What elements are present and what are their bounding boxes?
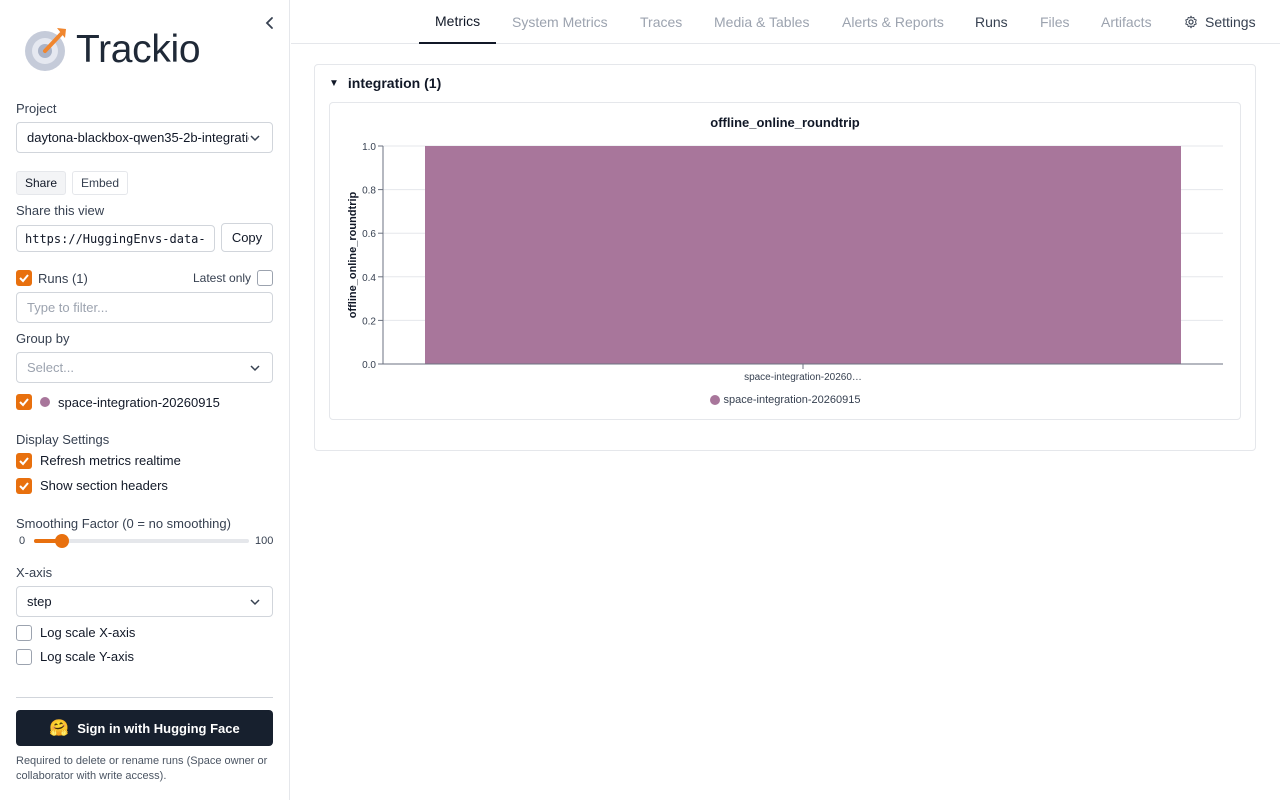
tab-artifacts[interactable]: Artifacts: [1101, 0, 1152, 44]
project-select[interactable]: daytona-blackbox-qwen35-2b-integration: [16, 122, 273, 153]
group-by-label: Group by: [16, 331, 70, 346]
log-x-checkbox[interactable]: [16, 625, 32, 641]
smoothing-slider-thumb[interactable]: [54, 534, 69, 548]
runs-checkbox[interactable]: [16, 270, 32, 286]
group-by-placeholder: Select...: [27, 360, 74, 375]
y-tick-label: 0.0: [362, 360, 376, 371]
log-y-label: Log scale Y-axis: [40, 649, 134, 664]
smoothing-max: 100: [255, 535, 274, 547]
share-tab[interactable]: Share: [16, 171, 66, 195]
run-filter-input[interactable]: Type to filter...: [16, 292, 273, 323]
y-tick-label: 0.4: [362, 273, 376, 284]
chevron-left-icon[interactable]: [262, 15, 276, 31]
y-tick-label: 0.8: [362, 186, 376, 197]
section-title: integration (1): [347, 75, 442, 91]
run-name: space-integration-20260915: [58, 395, 220, 410]
runs-label: Runs (1): [38, 271, 88, 286]
bar-chart: 0.0 0.2 0.4 0.6 0.8 1.0 space-integration-2026…: [347, 142, 1223, 383]
legend-label: space-integration-20260915: [723, 394, 861, 406]
sidebar: Trackio Project daytona-blackbox-qwen35-…: [0, 0, 290, 800]
xaxis-select[interactable]: step: [16, 586, 273, 617]
caret-down-icon: ▼: [329, 77, 339, 89]
check-icon: [19, 482, 29, 491]
signin-label: Sign in with Hugging Face: [77, 720, 240, 736]
signin-note: Required to delete or rename runs (Space…: [16, 755, 268, 782]
tab-system-metrics[interactable]: System Metrics: [512, 0, 608, 44]
xaxis-select-value: step: [27, 594, 52, 609]
refresh-checkbox[interactable]: [16, 453, 32, 469]
settings-label: Settings: [1205, 14, 1256, 30]
logo: Trackio: [24, 26, 201, 72]
check-icon: [19, 398, 29, 407]
project-label: Project: [16, 101, 57, 116]
section-toggle[interactable]: ▼ integration (1): [329, 75, 441, 91]
latest-only-label: Latest only: [193, 271, 252, 285]
tab-alerts-reports[interactable]: Alerts & Reports: [842, 0, 944, 44]
project-select-value: daytona-blackbox-qwen35-2b-integration: [27, 130, 249, 145]
log-y-checkbox[interactable]: [16, 649, 32, 665]
y-axis-label: offline_online_roundtrip: [347, 191, 359, 318]
check-icon: [19, 274, 29, 283]
run-checkbox[interactable]: [16, 394, 32, 410]
chart-legend[interactable]: space-integration-20260915: [329, 394, 1241, 406]
chevron-down-icon: [250, 598, 260, 605]
share-view-label: Share this view: [16, 203, 105, 218]
check-icon: [19, 457, 29, 466]
bar: [425, 146, 1181, 364]
tab-media-tables[interactable]: Media & Tables: [714, 0, 809, 44]
hugging-face-icon: 🤗: [49, 720, 70, 737]
show-headers-checkbox[interactable]: [16, 478, 32, 494]
smoothing-min: 0: [19, 535, 26, 547]
logo-target-icon: [25, 28, 66, 71]
y-tick-label: 0.2: [362, 316, 376, 327]
log-x-label: Log scale X-axis: [40, 625, 136, 640]
smoothing-label: Smoothing Factor (0 = no smoothing): [16, 516, 231, 531]
xaxis-label: X-axis: [16, 565, 53, 580]
copy-button[interactable]: Copy: [221, 223, 273, 252]
display-settings-label: Display Settings: [16, 432, 110, 447]
run-color-dot: [40, 397, 50, 407]
x-tick-label: space-integration-20260…: [744, 372, 862, 383]
latest-only-checkbox[interactable]: [257, 270, 273, 286]
refresh-label: Refresh metrics realtime: [40, 453, 181, 468]
embed-tab[interactable]: Embed: [72, 171, 128, 195]
share-url-field[interactable]: https://HuggingEnvs-data-: [16, 225, 215, 252]
show-headers-label: Show section headers: [40, 478, 168, 493]
tab-traces[interactable]: Traces: [640, 0, 682, 44]
tab-settings[interactable]: Settings: [1184, 0, 1256, 44]
legend-color-dot: [709, 395, 720, 405]
y-tick-label: 1.0: [362, 142, 376, 153]
chevron-down-icon: [250, 364, 260, 371]
run-filter-placeholder: Type to filter...: [27, 300, 108, 315]
tab-files[interactable]: Files: [1040, 0, 1070, 44]
chevron-down-icon: [250, 134, 260, 141]
logo-text: Trackio: [76, 27, 201, 71]
tab-runs[interactable]: Runs: [975, 0, 1008, 44]
tab-metrics[interactable]: Metrics: [419, 0, 496, 44]
y-tick-label: 0.6: [362, 229, 376, 240]
sidebar-divider: [16, 697, 273, 698]
top-nav: Metrics System Metrics Traces Media & Ta…: [291, 0, 1280, 44]
group-by-select[interactable]: Select...: [16, 352, 273, 383]
signin-button[interactable]: 🤗 Sign in with Hugging Face: [16, 710, 273, 746]
gear-icon: [1185, 15, 1197, 29]
